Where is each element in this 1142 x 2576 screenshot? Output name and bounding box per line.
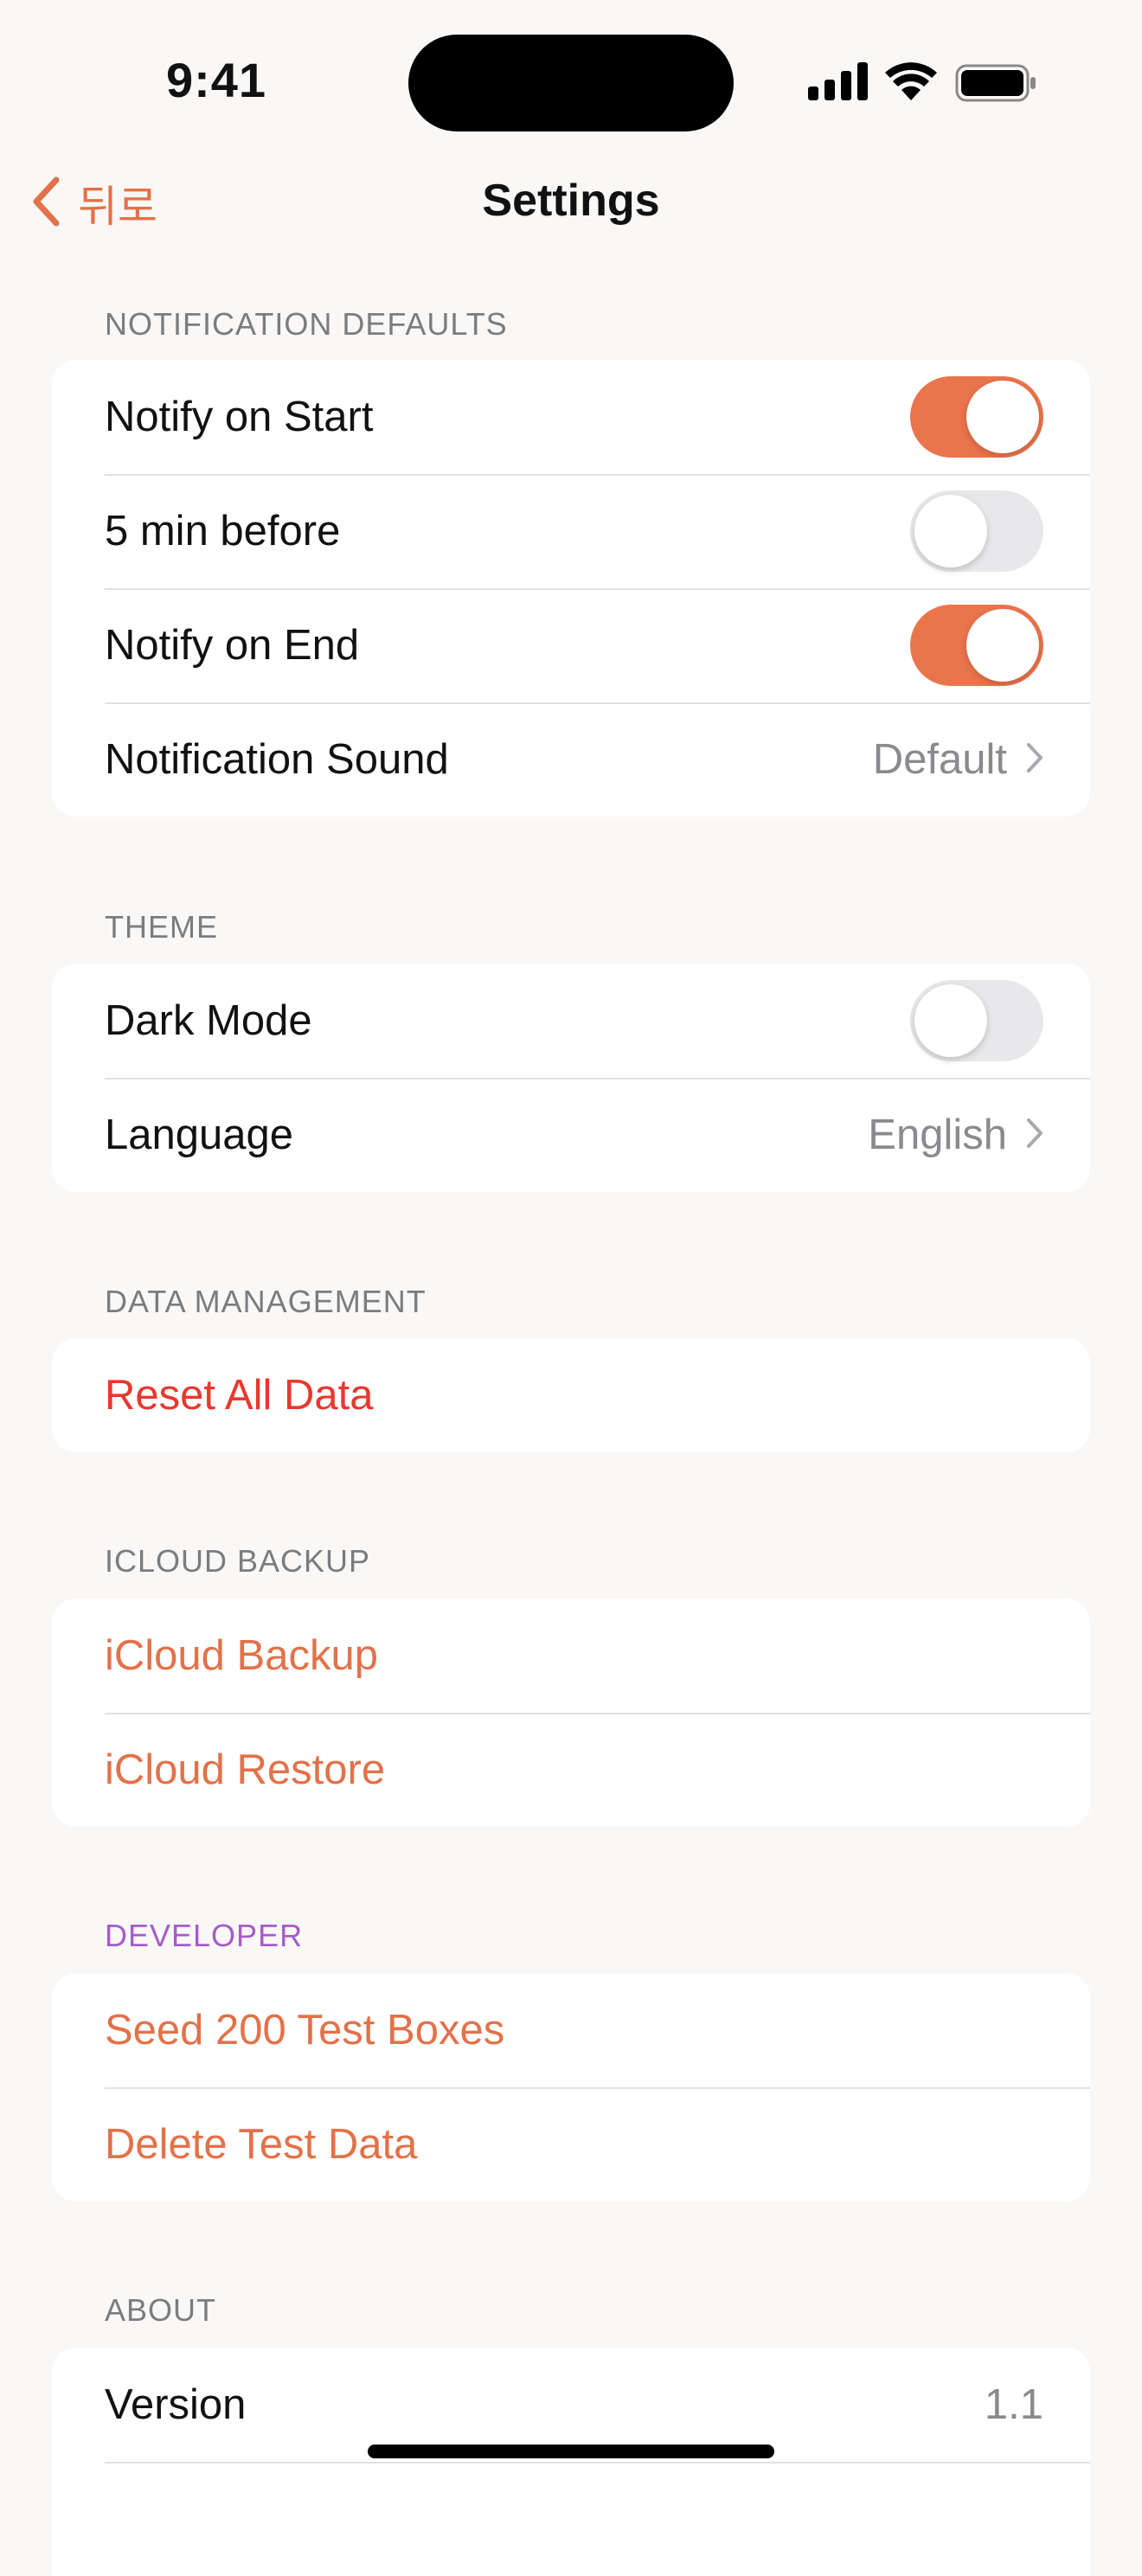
row-label: Dark Mode xyxy=(105,997,312,1044)
dynamic-island xyxy=(408,35,734,131)
group-about: Version 1.1 xyxy=(52,2348,1090,2576)
seed-test-boxes-button[interactable]: Seed 200 Test Boxes xyxy=(52,1973,1090,2087)
group-notification-defaults: Notify on Start 5 min before Notify on E… xyxy=(52,360,1090,817)
section-header-icloud-backup: ICLOUD BACKUP xyxy=(105,1543,371,1579)
icloud-restore-button[interactable]: iCloud Restore xyxy=(52,1713,1090,1827)
row-label: iCloud Restore xyxy=(105,1746,386,1793)
toggle-knob xyxy=(914,984,987,1057)
home-indicator xyxy=(368,2445,774,2458)
reset-all-data-button[interactable]: Reset All Data xyxy=(52,1338,1090,1452)
dark-mode-toggle[interactable] xyxy=(910,980,1043,1061)
toggle-knob xyxy=(966,381,1039,453)
page-title: Settings xyxy=(482,176,660,226)
status-time: 9:41 xyxy=(165,53,267,107)
row-language[interactable]: Language English xyxy=(52,1078,1090,1192)
row-label: Version xyxy=(105,2381,247,2428)
chevron-right-icon xyxy=(1026,742,1043,778)
navigation-bar: 뒤로 Settings xyxy=(0,164,1142,242)
notification-sound-value: Default xyxy=(872,736,1007,783)
language-value: English xyxy=(868,1112,1007,1158)
notify-on-end-toggle[interactable] xyxy=(910,605,1043,686)
row-dark-mode: Dark Mode xyxy=(52,964,1090,1078)
section-header-about: ABOUT xyxy=(105,2292,217,2328)
cellular-signal-icon xyxy=(808,62,869,105)
chevron-right-icon xyxy=(1026,1118,1043,1153)
row-notify-on-end: Notify on End xyxy=(52,588,1090,702)
row-notify-on-start: Notify on Start xyxy=(52,360,1090,474)
section-header-theme: THEME xyxy=(105,909,218,945)
row-label: Seed 200 Test Boxes xyxy=(105,2007,505,2054)
group-icloud-backup: iCloud Backup iCloud Restore xyxy=(52,1599,1090,1827)
section-header-data-management: DATA MANAGEMENT xyxy=(105,1284,427,1319)
row-label: Notification Sound xyxy=(105,736,449,783)
row-five-min-before: 5 min before xyxy=(52,474,1090,588)
icloud-backup-button[interactable]: iCloud Backup xyxy=(52,1599,1090,1713)
wifi-icon xyxy=(884,61,938,105)
row-label: Notify on End xyxy=(105,622,360,669)
status-bar: 9:41 xyxy=(0,0,1142,164)
battery-icon xyxy=(955,64,1036,106)
row-label: Delete Test Data xyxy=(105,2121,418,2168)
row-notification-sound[interactable]: Notification Sound Default xyxy=(52,702,1090,817)
group-developer: Seed 200 Test Boxes Delete Test Data xyxy=(52,1973,1090,2201)
group-theme: Dark Mode Language English xyxy=(52,964,1090,1192)
toggle-knob xyxy=(914,495,987,567)
row-label: Reset All Data xyxy=(105,1372,374,1419)
delete-test-data-button[interactable]: Delete Test Data xyxy=(52,2087,1090,2201)
row-label: iCloud Backup xyxy=(105,1632,378,1679)
row-label: Notify on Start xyxy=(105,394,374,440)
group-data-management: Reset All Data xyxy=(52,1338,1090,1452)
section-header-developer: DEVELOPER xyxy=(105,1918,304,1953)
row-label: Language xyxy=(105,1112,294,1158)
row-label: 5 min before xyxy=(105,508,341,554)
toggle-knob xyxy=(966,609,1039,682)
notify-on-start-toggle[interactable] xyxy=(910,376,1043,458)
version-value: 1.1 xyxy=(984,2381,1043,2428)
row-next xyxy=(52,2462,1090,2576)
section-header-notification-defaults: NOTIFICATION DEFAULTS xyxy=(105,306,508,342)
five-min-before-toggle[interactable] xyxy=(910,490,1043,572)
